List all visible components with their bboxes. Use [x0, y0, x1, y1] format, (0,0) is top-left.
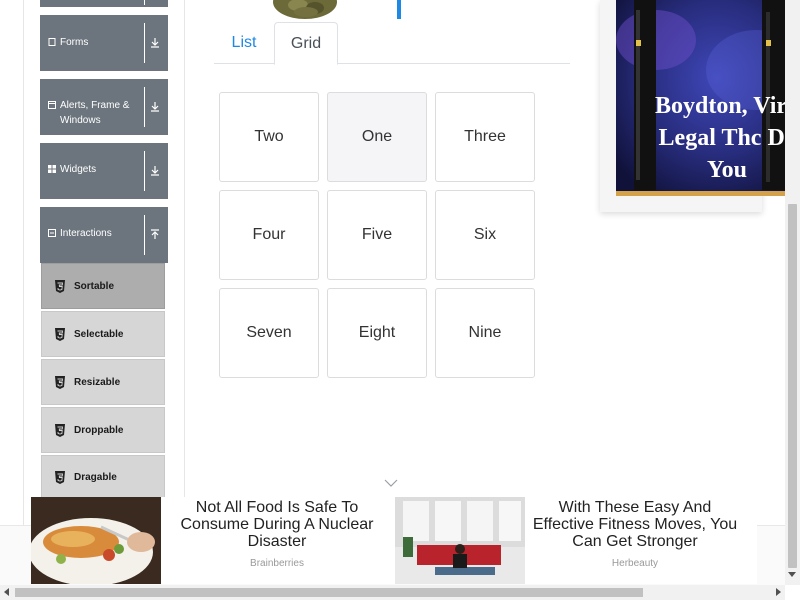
sidebar-item-selectable[interactable]: Selectable: [41, 311, 165, 357]
bottom-ad-fitness[interactable]: With These Easy And Effective Fitness Mo…: [395, 497, 757, 584]
group-label-interactions: Interactions: [48, 226, 112, 241]
ad-source: Herbeauty: [611, 558, 659, 569]
html5-icon: [55, 327, 65, 341]
sidebar-item-resizable[interactable]: Resizable: [41, 359, 165, 405]
sidebar-item-droppable[interactable]: Droppable: [41, 407, 165, 453]
ad-headline[interactable]: With These Easy And Effective Fitness Mo…: [527, 499, 743, 550]
grid-item[interactable]: Four: [219, 190, 319, 280]
sidebar-item-label: Selectable: [74, 328, 124, 340]
grid-item[interactable]: Three: [435, 92, 535, 182]
ad-fitness-image: [395, 497, 525, 584]
ad-right-banner[interactable]: Boydton, Virg Legal Thc De You: [616, 0, 800, 196]
chevron-down-icon[interactable]: [383, 478, 399, 488]
group-label-widgets: Widgets: [48, 162, 96, 177]
grid-item[interactable]: Nine: [435, 288, 535, 378]
group-divider: [144, 0, 145, 5]
bottom-ad-food[interactable]: Not All Food Is Safe To Consume During A…: [31, 497, 395, 584]
tab-bar: List Grid: [214, 22, 570, 65]
group-label-forms: Forms: [48, 35, 88, 50]
sidebar-item-label: Dragable: [74, 471, 117, 483]
sidebar-item-dragable[interactable]: Dragable: [41, 455, 165, 499]
scroll-down-arrow-icon[interactable]: [788, 572, 796, 577]
vertical-scrollbar[interactable]: [785, 0, 800, 585]
grid-item[interactable]: Five: [327, 190, 427, 280]
download-arrow-icon[interactable]: [148, 36, 162, 50]
ad-accent-stripe: [616, 191, 800, 196]
sidebar-group-interactions[interactable]: Interactions: [40, 207, 168, 263]
sidebar-border: [23, 0, 24, 525]
group-divider: [144, 151, 145, 191]
ad-headline[interactable]: Not All Food Is Safe To Consume During A…: [167, 499, 387, 550]
header-image: [273, 0, 337, 19]
grid-item[interactable]: Eight: [327, 288, 427, 378]
scrollbar-thumb[interactable]: [15, 588, 643, 597]
sidebar-group-elements[interactable]: [40, 0, 168, 7]
grid-item[interactable]: Seven: [219, 288, 319, 378]
html5-icon: [55, 279, 65, 293]
sidebar-group-label: Forms: [60, 37, 89, 48]
tab-grid[interactable]: Grid: [274, 22, 338, 65]
ad-line: Legal Thc De: [658, 125, 796, 151]
grid-item[interactable]: One: [327, 92, 427, 182]
scroll-left-arrow-icon[interactable]: [4, 588, 9, 596]
collapse-square-icon: [48, 229, 56, 237]
window-icon: [48, 101, 56, 109]
content-divider: [184, 0, 185, 525]
sidebar-group-forms[interactable]: Forms: [40, 15, 168, 71]
ad-food-image: [31, 497, 161, 584]
scroll-right-arrow-icon[interactable]: [776, 588, 781, 596]
ad-source: Brainberries: [250, 558, 304, 569]
group-label-alerts: Alerts, Frame & Windows: [48, 98, 138, 128]
group-divider: [144, 87, 145, 127]
horizontal-scrollbar[interactable]: [0, 585, 785, 600]
sidebar-group-alerts[interactable]: Alerts, Frame & Windows: [40, 79, 168, 135]
group-divider: [144, 215, 145, 255]
sidebar-item-sortable[interactable]: Sortable: [41, 263, 165, 309]
page: Forms Alerts, Frame & Windows Widgets In…: [0, 0, 800, 600]
ad-right-headline: Boydton, Virg Legal Thc De You: [616, 90, 800, 186]
download-arrow-icon[interactable]: [148, 164, 162, 178]
progress-accent-bar: [397, 0, 401, 19]
scrollbar-thumb[interactable]: [788, 204, 797, 568]
sidebar-group-widgets[interactable]: Widgets: [40, 143, 168, 199]
sidebar-group-label: Widgets: [60, 164, 97, 175]
document-icon: [48, 38, 56, 46]
tab-list[interactable]: List: [214, 22, 274, 64]
grid-icon: [48, 165, 56, 173]
sidebar-group-label: Interactions: [60, 228, 112, 239]
grid-item[interactable]: Two: [219, 92, 319, 182]
download-arrow-icon[interactable]: [148, 100, 162, 114]
html5-icon: [55, 470, 65, 484]
ad-line: You: [706, 157, 748, 183]
sidebar-item-label: Droppable: [74, 424, 124, 436]
grid-item[interactable]: Six: [435, 190, 535, 280]
html5-icon: [55, 375, 65, 389]
sidebar-group-label: Alerts, Frame & Windows: [60, 100, 130, 126]
upload-arrow-icon[interactable]: [148, 228, 162, 242]
sidebar-item-label: Resizable: [74, 376, 121, 388]
ad-line: Boydton, Virg: [654, 93, 800, 119]
sidebar-item-label: Sortable: [74, 280, 115, 292]
html5-icon: [55, 423, 65, 437]
group-divider: [144, 23, 145, 63]
